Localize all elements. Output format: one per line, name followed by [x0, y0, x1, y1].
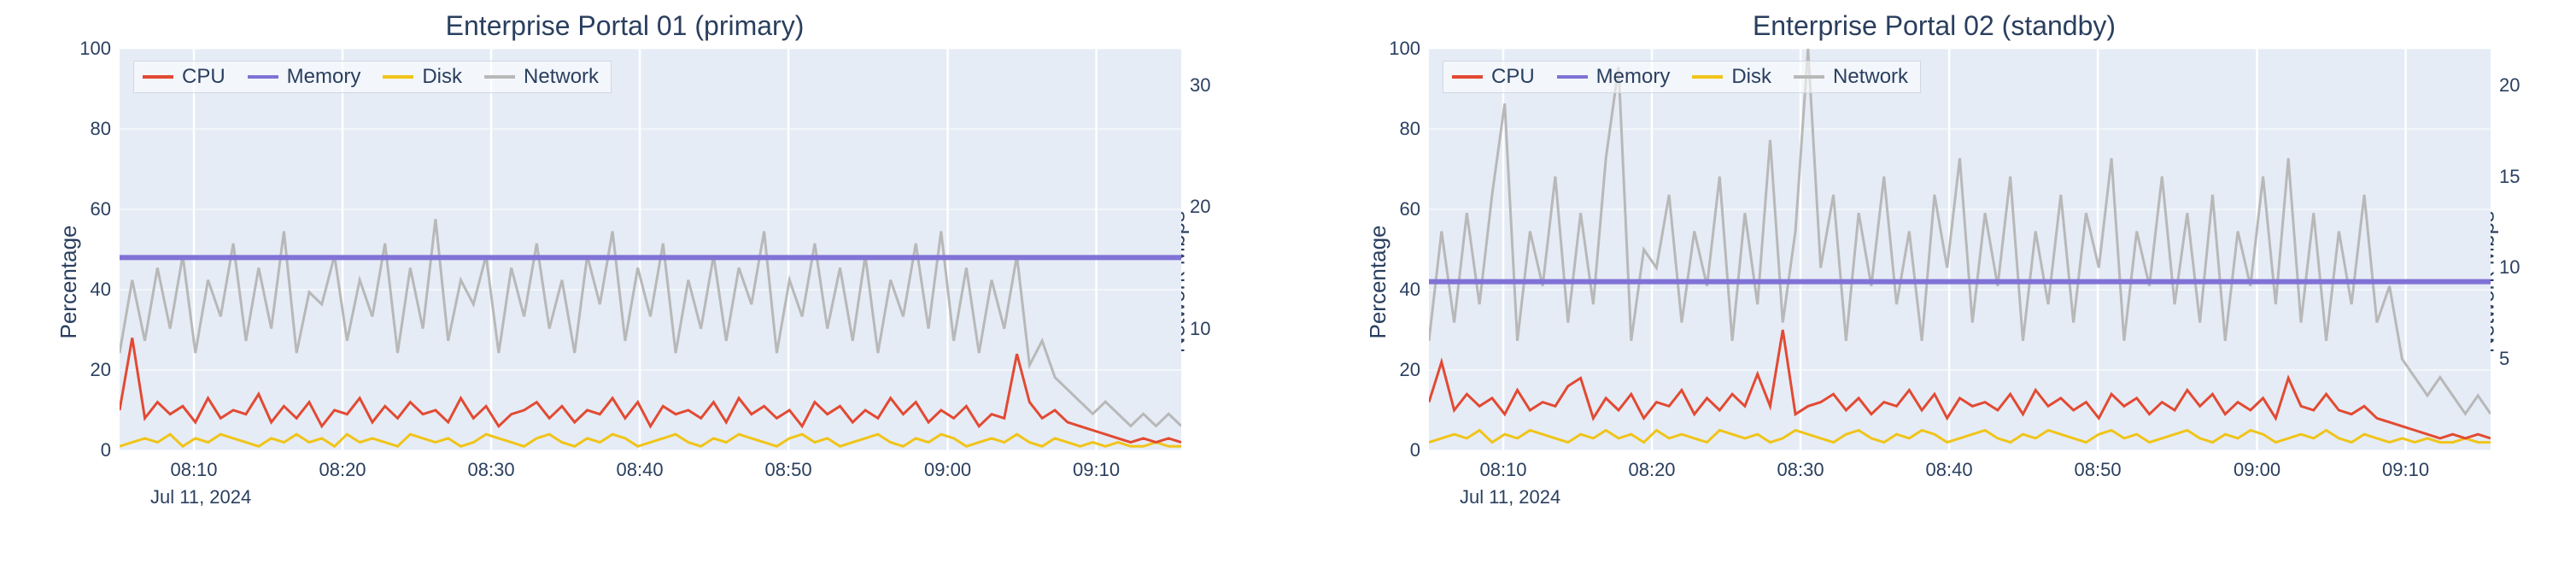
x-tick: 08:50 — [2075, 459, 2122, 481]
legend-label: CPU — [182, 65, 225, 89]
x-tick: 08:20 — [1628, 459, 1675, 481]
series-cpu — [120, 338, 1181, 442]
x-tick: 09:10 — [2382, 459, 2429, 481]
y-axis-left-label: Percentage — [56, 226, 82, 339]
legend-swatch — [1794, 75, 1824, 79]
legend-item-disk[interactable]: Disk — [1692, 65, 1771, 89]
x-tick: 09:00 — [2234, 459, 2280, 481]
legend-item-memory[interactable]: Memory — [1557, 65, 1671, 89]
legend-item-disk[interactable]: Disk — [383, 65, 462, 89]
y-right-tick: 10 — [1190, 318, 1210, 340]
y-left-tick: 100 — [1389, 38, 1420, 60]
legend-label: Disk — [1731, 65, 1771, 89]
x-tick: 09:00 — [924, 459, 971, 481]
x-tick: 08:50 — [765, 459, 812, 481]
y-right-tick: 15 — [2499, 166, 2520, 188]
legend-swatch — [1452, 75, 1483, 79]
series-disk — [1429, 431, 2491, 443]
series-network — [120, 219, 1181, 426]
y-left-tick: 20 — [91, 359, 111, 381]
y-left-tick: 80 — [91, 118, 111, 140]
y-left-tick: 100 — [79, 38, 111, 60]
legend-label: Disk — [422, 65, 462, 89]
y-left-tick: 40 — [1400, 279, 1420, 301]
legend-item-cpu[interactable]: CPU — [1452, 65, 1535, 89]
legend: CPU Memory Disk Network — [1443, 61, 1921, 93]
y-left-tick: 60 — [91, 198, 111, 220]
legend-label: Memory — [1596, 65, 1671, 89]
legend-label: Memory — [287, 65, 361, 89]
legend-item-cpu[interactable]: CPU — [143, 65, 225, 89]
legend-item-network[interactable]: Network — [484, 65, 599, 89]
chart-title: Enterprise Portal 01 (primary) — [17, 10, 1232, 42]
y-left-tick: 0 — [101, 439, 111, 461]
y-left-tick: 20 — [1400, 359, 1420, 381]
legend-swatch — [1692, 75, 1723, 79]
x-tick: 08:20 — [319, 459, 366, 481]
series-cpu — [1429, 330, 2491, 438]
y-left-tick: 80 — [1400, 118, 1420, 140]
chart-panel-1: Enterprise Portal 02 (standby) Percentage… — [1326, 9, 2542, 555]
legend: CPU Memory Disk Network — [133, 61, 612, 93]
legend-swatch — [484, 75, 515, 79]
series-network — [1429, 49, 2491, 414]
x-tick: 08:40 — [1926, 459, 1973, 481]
y-right-tick: 5 — [2499, 348, 2509, 370]
y-right-tick: 30 — [1190, 74, 1210, 97]
legend-swatch — [383, 75, 413, 79]
series-disk — [120, 434, 1181, 446]
legend-label: CPU — [1491, 65, 1535, 89]
x-tick: 09:10 — [1073, 459, 1120, 481]
y-left-tick: 0 — [1410, 439, 1420, 461]
plot-area: CPUMemoryDiskNetwork02040608010010203008… — [120, 49, 1181, 450]
legend-item-memory[interactable]: Memory — [248, 65, 361, 89]
x-tick: 08:30 — [1777, 459, 1824, 481]
x-tick: 08:10 — [170, 459, 217, 481]
x-tick: 08:40 — [617, 459, 664, 481]
legend-label: Network — [1833, 65, 1908, 89]
x-axis-date-label: Jul 11, 2024 — [150, 486, 251, 508]
x-tick: 08:10 — [1479, 459, 1526, 481]
y-left-tick: 40 — [91, 279, 111, 301]
y-axis-left-label: Percentage — [1365, 226, 1391, 339]
y-right-tick: 20 — [1190, 196, 1210, 218]
legend-swatch — [1557, 75, 1588, 79]
legend-label: Network — [524, 65, 599, 89]
y-right-tick: 10 — [2499, 256, 2520, 279]
legend-swatch — [143, 75, 173, 79]
legend-item-network[interactable]: Network — [1794, 65, 1908, 89]
legend-swatch — [248, 75, 278, 79]
plot-area: CPUMemoryDiskNetwork02040608010051015200… — [1429, 49, 2491, 450]
x-axis-date-label: Jul 11, 2024 — [1460, 486, 1560, 508]
y-left-tick: 60 — [1400, 198, 1420, 220]
chart-panel-0: Enterprise Portal 01 (primary) Percentage… — [17, 9, 1232, 555]
chart-title: Enterprise Portal 02 (standby) — [1326, 10, 2542, 42]
y-right-tick: 20 — [2499, 74, 2520, 97]
x-tick: 08:30 — [468, 459, 515, 481]
